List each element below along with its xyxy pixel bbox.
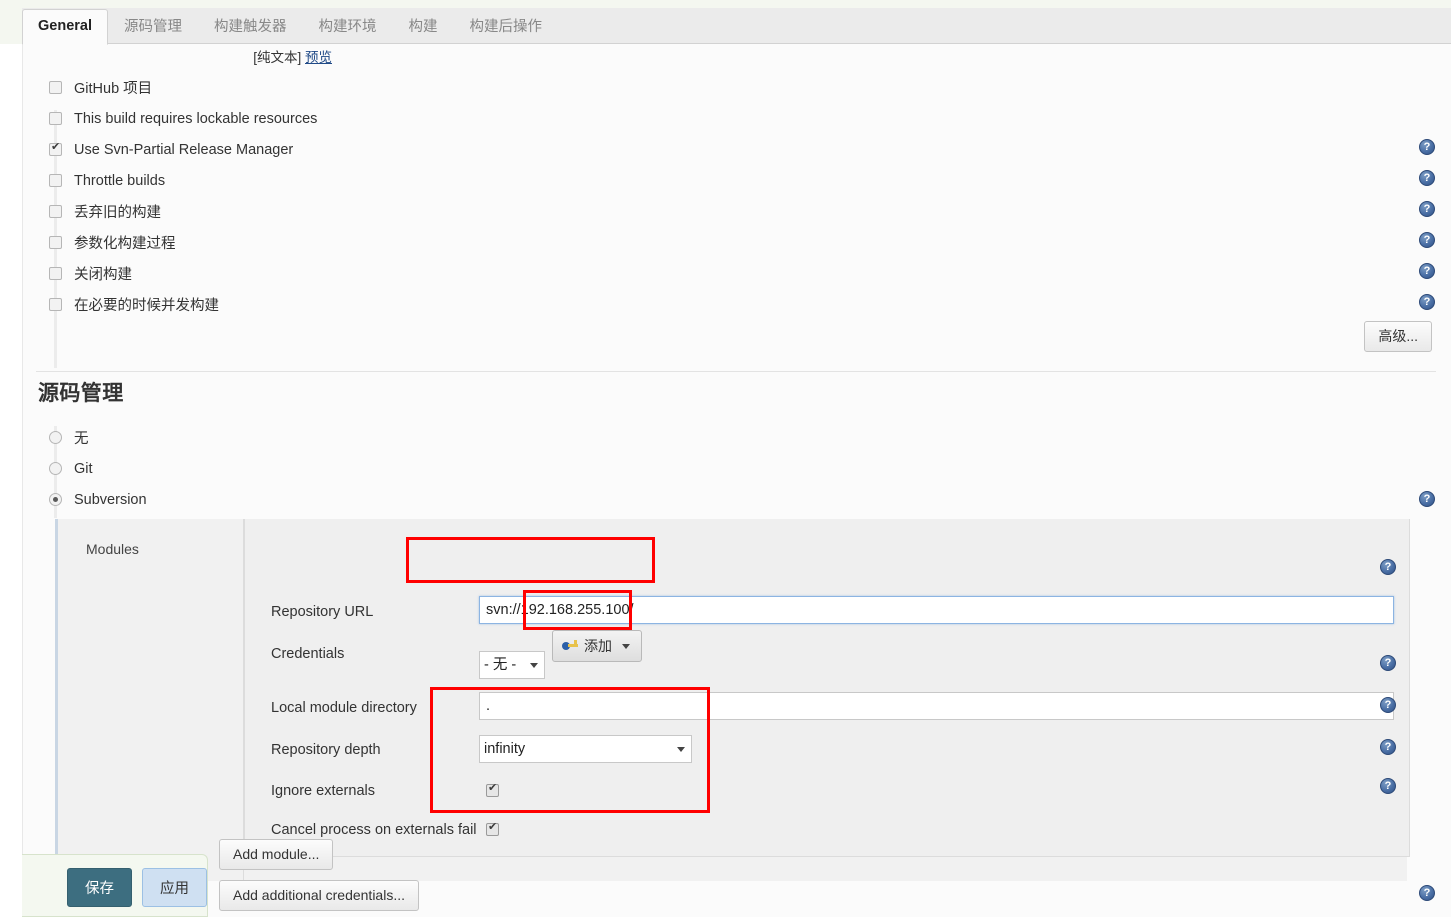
option-label: 关闭构建 <box>74 267 132 283</box>
field-cancel-process-on-externals-fail: Cancel process on externals fail <box>245 815 1409 845</box>
tab-list: General 源码管理 构建触发器 构建环境 构建 构建后操作 <box>22 8 558 45</box>
tab-build-triggers[interactable]: 构建触发器 <box>198 10 303 45</box>
option-lockable-resources[interactable]: This build requires lockable resources <box>32 103 1432 134</box>
credentials-select[interactable]: - 无 - <box>479 651 545 679</box>
ignore-externals-label: Ignore externals <box>271 783 375 799</box>
svn-module-box: Repository URL Credentials - 无 - 添加 <box>244 519 1410 857</box>
add-additional-credentials-button[interactable]: Add additional credentials... <box>219 880 419 911</box>
scm-option-label: Subversion <box>74 491 147 508</box>
repository-depth-label: Repository depth <box>271 742 381 758</box>
help-icon-discard-old-builds[interactable] <box>1419 201 1435 217</box>
checkbox-discard-old-builds[interactable] <box>49 205 62 218</box>
help-icon-subversion[interactable] <box>1419 491 1435 507</box>
modules-label: Modules <box>86 541 139 557</box>
add-credentials-label: 添加 <box>584 638 612 654</box>
field-credentials: Credentials - 无 - 添加 <box>245 630 1409 679</box>
option-label: Throttle builds <box>74 172 166 189</box>
credentials-label: Credentials <box>271 646 345 662</box>
checkbox-throttle-builds[interactable] <box>49 174 62 187</box>
field-local-module-directory: Local module directory <box>245 692 1409 723</box>
apply-button[interactable]: 应用 <box>142 868 207 907</box>
option-discard-old-builds[interactable]: 丢弃旧的构建 <box>32 196 1432 227</box>
option-github-project[interactable]: GitHub 项目 <box>32 72 1432 103</box>
option-label: This build requires lockable resources <box>74 110 318 127</box>
option-label: 丢弃旧的构建 <box>74 205 161 221</box>
save-button[interactable]: 保存 <box>67 868 132 907</box>
option-label: GitHub 项目 <box>74 81 153 97</box>
credentials-select-wrap: - 无 - <box>479 651 545 679</box>
help-icon-repository-depth[interactable] <box>1380 697 1396 713</box>
help-icon-additional-credentials[interactable] <box>1419 885 1435 901</box>
key-icon <box>562 640 578 652</box>
help-icon-disable-build[interactable] <box>1419 263 1435 279</box>
field-ignore-externals: Ignore externals <box>245 776 1409 806</box>
field-repository-depth: Repository depth infinity <box>245 735 1409 765</box>
scm-option-none[interactable]: 无 <box>32 422 1422 453</box>
help-icon-svn-partial-release-manager[interactable] <box>1419 139 1435 155</box>
checkbox-parameterized-build[interactable] <box>49 236 62 249</box>
tab-bar: General 源码管理 构建触发器 构建环境 构建 构建后操作 <box>0 0 1451 45</box>
option-label: 在必要的时候并发构建 <box>74 298 219 314</box>
checkbox-svn-partial-release-manager[interactable] <box>49 141 62 156</box>
checkbox-ignore-externals[interactable] <box>486 782 499 797</box>
repository-url-label: Repository URL <box>271 604 374 620</box>
advanced-button[interactable]: 高级... <box>1364 321 1432 352</box>
section-divider <box>36 371 1436 372</box>
help-icon-ignore-externals[interactable] <box>1380 739 1396 755</box>
checkbox-github-project[interactable] <box>49 81 62 94</box>
checkbox-cancel-process-on-externals-fail[interactable] <box>486 821 499 836</box>
field-repository-url: Repository URL <box>245 596 1409 627</box>
help-icon-throttle-builds[interactable] <box>1419 170 1435 186</box>
scm-option-label: 无 <box>74 431 89 447</box>
config-page: [纯文本] 预览 GitHub 项目 This build requires l… <box>22 44 1451 917</box>
help-icon-parameterized-build[interactable] <box>1419 232 1435 248</box>
add-module-button[interactable]: Add module... <box>219 839 334 870</box>
help-icon-local-module-directory[interactable] <box>1380 655 1396 671</box>
option-label: Use Svn-Partial Release Manager <box>74 141 294 158</box>
tab-general[interactable]: General <box>22 9 108 45</box>
repository-depth-select[interactable]: infinity <box>479 735 692 763</box>
radio-git[interactable] <box>49 462 62 475</box>
help-icon-cancel-process[interactable] <box>1380 778 1396 794</box>
chevron-down-icon <box>622 643 630 649</box>
option-throttle-builds[interactable]: Throttle builds <box>32 165 1432 196</box>
general-options-list: GitHub 项目 This build requires lockable r… <box>32 72 1432 320</box>
scm-options-list: 无 Git Subversion <box>32 422 1422 515</box>
option-disable-build[interactable]: 关闭构建 <box>32 258 1432 289</box>
tab-build[interactable]: 构建 <box>393 10 454 45</box>
help-icon-repository-url[interactable] <box>1380 559 1396 575</box>
radio-subversion[interactable] <box>49 493 62 506</box>
local-module-directory-input[interactable] <box>479 692 1394 720</box>
save-bar: 保存 应用 <box>22 854 208 917</box>
left-gutter-line <box>22 44 23 917</box>
radio-none[interactable] <box>49 431 62 444</box>
checkbox-disable-build[interactable] <box>49 267 62 280</box>
preview-link[interactable]: 预览 <box>305 50 332 65</box>
local-module-directory-label: Local module directory <box>271 700 417 716</box>
tab-build-environment[interactable]: 构建环境 <box>303 10 393 45</box>
scm-option-subversion[interactable]: Subversion <box>32 484 1422 515</box>
scm-option-label: Git <box>74 460 93 477</box>
description-preview-controls: [纯文本] 预览 <box>22 46 332 66</box>
plain-text-label: [纯文本] <box>253 50 302 65</box>
help-icon-concurrent-builds[interactable] <box>1419 294 1435 310</box>
tab-post-build-actions[interactable]: 构建后操作 <box>454 10 559 45</box>
add-credentials-button[interactable]: 添加 <box>552 630 642 662</box>
option-concurrent-builds[interactable]: 在必要的时候并发构建 <box>32 289 1432 320</box>
checkbox-concurrent-builds[interactable] <box>49 298 62 311</box>
tab-scm[interactable]: 源码管理 <box>108 10 198 45</box>
option-parameterized-build[interactable]: 参数化构建过程 <box>32 227 1432 258</box>
option-label: 参数化构建过程 <box>74 236 176 252</box>
scm-section-title: 源码管理 <box>38 382 124 405</box>
checkbox-lockable-resources[interactable] <box>49 112 62 125</box>
option-svn-partial-release-manager[interactable]: Use Svn-Partial Release Manager <box>32 134 1432 165</box>
subversion-config-panel: Modules Repository URL Credentials - 无 - <box>55 519 1410 881</box>
repository-url-input[interactable] <box>479 596 1394 624</box>
repository-depth-select-wrap: infinity <box>479 735 692 763</box>
scm-option-git[interactable]: Git <box>32 453 1422 484</box>
